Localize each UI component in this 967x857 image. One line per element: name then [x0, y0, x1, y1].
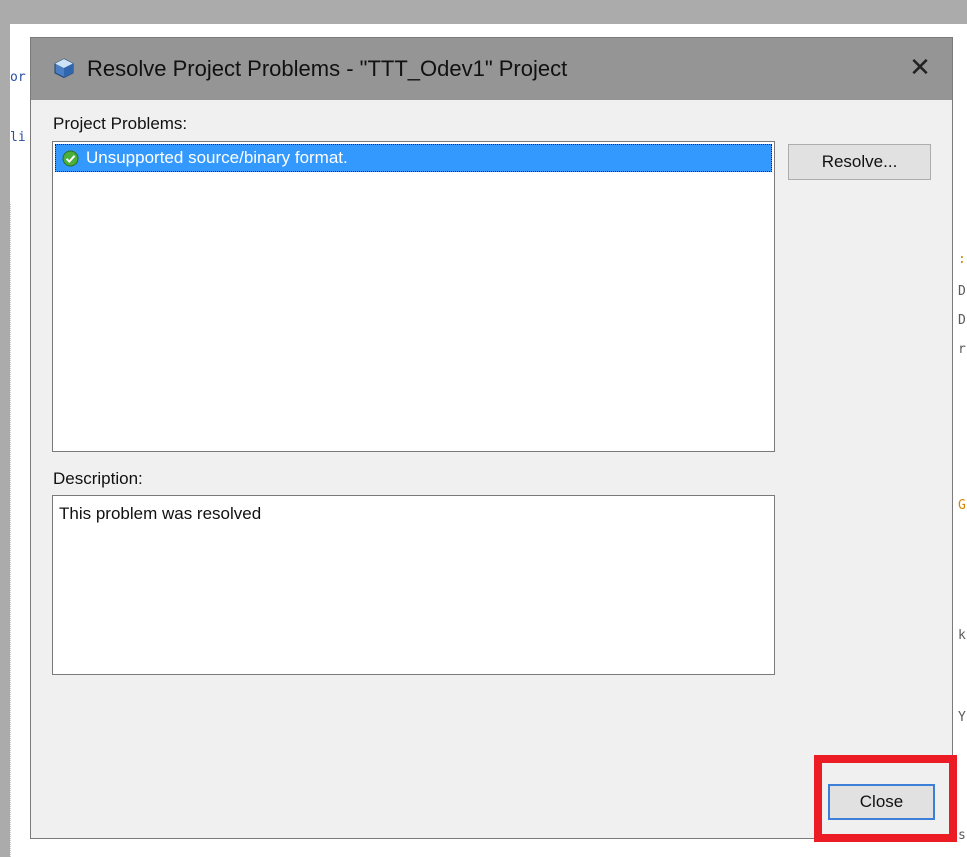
code-fragment: G	[958, 498, 966, 513]
close-icon[interactable]: ✕	[906, 52, 934, 83]
code-fragment: s	[958, 828, 966, 843]
problems-list[interactable]: Unsupported source/binary format.	[52, 141, 775, 452]
description-box: This problem was resolved	[52, 495, 775, 675]
indent-guide	[10, 204, 11, 857]
description-label: Description:	[53, 469, 143, 488]
code-fragment: Y	[958, 710, 966, 725]
code-fragment: r	[958, 342, 966, 357]
resolve-button[interactable]: Resolve...	[788, 144, 931, 180]
resolved-check-icon	[62, 150, 79, 167]
dialog-title: Resolve Project Problems - "TTT_Odev1" P…	[87, 56, 568, 81]
problem-text: Unsupported source/binary format.	[86, 148, 348, 167]
code-fragment: k	[958, 628, 966, 643]
code-fragment: D	[958, 313, 966, 328]
dialog-titlebar[interactable]: Resolve Project Problems - "TTT_Odev1" P…	[31, 38, 952, 100]
code-fragment: or	[10, 70, 26, 85]
project-problems-label: Project Problems:	[53, 114, 188, 133]
code-fragment: li	[10, 130, 26, 145]
list-item[interactable]: Unsupported source/binary format.	[55, 144, 772, 172]
code-fragment: :"	[958, 252, 967, 267]
resolve-problems-dialog: Resolve Project Problems - "TTT_Odev1" P…	[30, 37, 953, 839]
description-text: This problem was resolved	[59, 504, 262, 523]
project-cube-icon	[53, 57, 75, 79]
close-button[interactable]: Close	[828, 784, 935, 820]
code-fragment: D	[958, 284, 966, 299]
